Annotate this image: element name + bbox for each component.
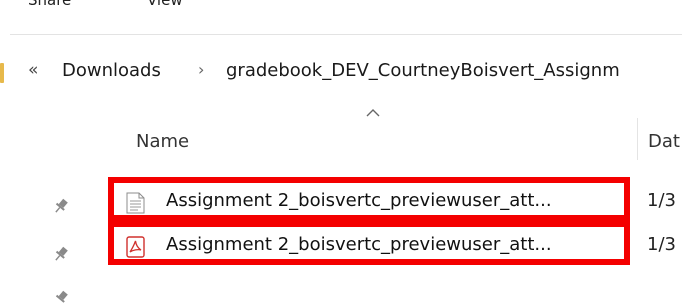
sort-ascending-icon	[366, 109, 380, 117]
file-row-text[interactable]: Assignment 2_boisvertc_previewuser_att..…	[108, 177, 630, 221]
tab-view[interactable]: View	[147, 0, 183, 9]
breadcrumb-separator-icon[interactable]: ›	[198, 60, 204, 79]
pin-icon[interactable]	[52, 197, 70, 215]
column-separator[interactable]	[637, 118, 638, 160]
file-date: 1/3	[647, 190, 676, 211]
ribbon-tabs: Share View	[0, 0, 682, 20]
column-header-name[interactable]: Name	[136, 131, 189, 152]
overflow-chevron-icon[interactable]: «	[28, 60, 38, 80]
file-date: 1/3	[647, 234, 676, 255]
tab-share[interactable]: Share	[28, 0, 71, 9]
column-header-date[interactable]: Dat	[648, 131, 680, 152]
file-name[interactable]: Assignment 2_boisvertc_previewuser_att..…	[166, 190, 552, 211]
pin-icon[interactable]	[52, 245, 70, 263]
address-bar[interactable]: « Downloads › gradebook_DEV_CourtneyBois…	[0, 50, 682, 98]
pin-icon[interactable]	[52, 289, 70, 307]
breadcrumb-gradebook-folder[interactable]: gradebook_DEV_CourtneyBoisvert_Assignm	[226, 60, 620, 81]
breadcrumb-downloads[interactable]: Downloads	[62, 60, 161, 81]
pdf-file-icon	[126, 236, 145, 258]
folder-icon	[0, 63, 4, 83]
text-file-icon	[126, 192, 145, 214]
file-name[interactable]: Assignment 2_boisvertc_previewuser_att..…	[166, 234, 552, 255]
ribbon-divider	[10, 34, 682, 35]
file-row-pdf[interactable]: Assignment 2_boisvertc_previewuser_att..…	[108, 221, 630, 265]
